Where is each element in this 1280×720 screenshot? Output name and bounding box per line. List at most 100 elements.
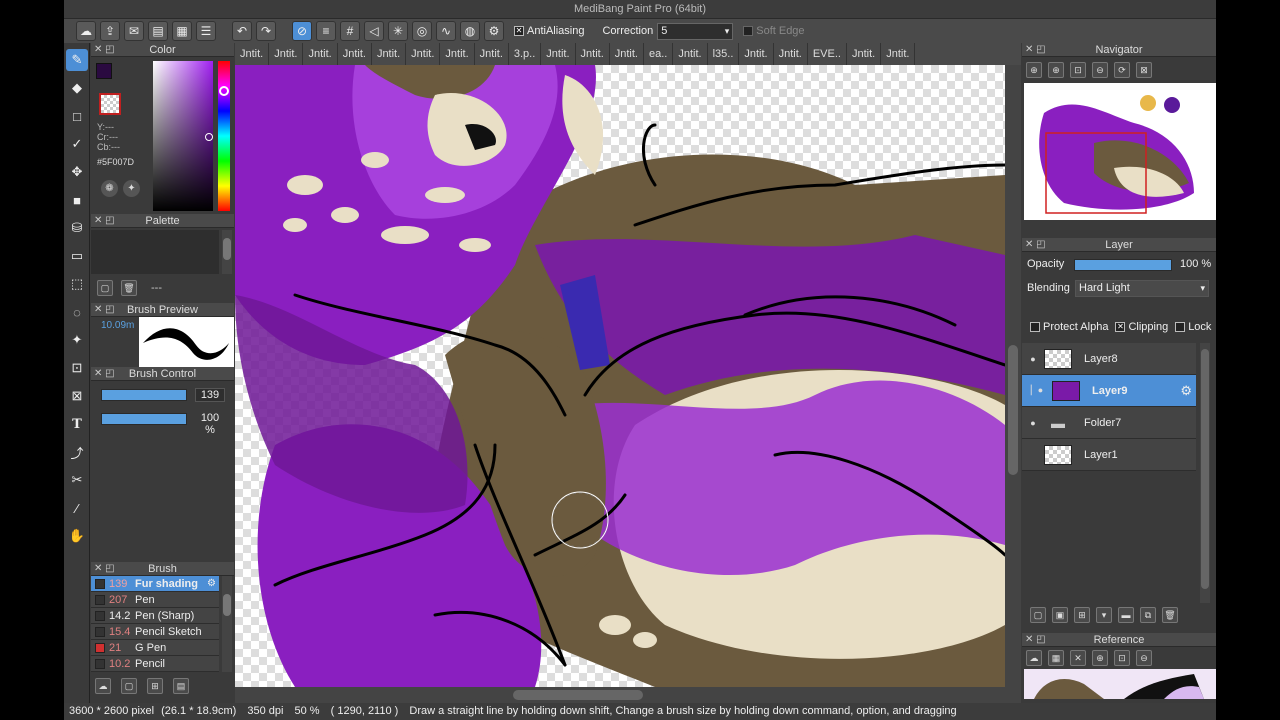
close-icon[interactable]: ✕ ◰	[94, 43, 115, 57]
close-icon[interactable]: ✕ ◰	[94, 214, 115, 228]
close-icon[interactable]: ✕ ◰	[1025, 43, 1046, 57]
new-brush-icon[interactable]: ▢	[121, 678, 137, 694]
zoom-in-icon[interactable]: ⊕	[1092, 650, 1108, 666]
document-tab[interactable]: Jntit.	[475, 43, 509, 65]
reference-preview[interactable]	[1024, 669, 1216, 699]
add-brush-icon[interactable]: ⊞	[147, 678, 163, 694]
close-icon[interactable]: ✕ ◰	[94, 367, 115, 381]
antialiasing-toggle[interactable]: ✕ AntiAliasing	[514, 25, 584, 37]
layer-opacity-slider[interactable]	[1074, 259, 1172, 271]
bucket-tool-icon[interactable]: ⛁	[66, 217, 88, 239]
cloud-brush-icon[interactable]: ☁	[95, 678, 111, 694]
document-tab[interactable]: Jntit.	[673, 43, 708, 65]
fill-shape-icon[interactable]: ■	[66, 189, 88, 211]
operation-tool-icon[interactable]: ⤴	[66, 441, 88, 463]
curve-snap-icon[interactable]: ∿	[436, 21, 456, 41]
layer-row-layer1[interactable]: Layer1	[1022, 439, 1196, 471]
close-icon[interactable]: ✕ ◰	[1025, 238, 1046, 252]
correction-select[interactable]: 5	[657, 22, 734, 40]
fit-icon[interactable]: ⊡	[1070, 62, 1086, 78]
pen-tool-icon[interactable]: ✓	[66, 133, 88, 155]
circle-snap-icon[interactable]: ◎	[412, 21, 432, 41]
document-tab[interactable]: Jntit.	[406, 43, 441, 65]
document-icon[interactable]: ▦	[172, 21, 192, 41]
divide-tool-icon[interactable]: ✂	[66, 469, 88, 491]
new-folder-icon[interactable]: ▬	[1118, 607, 1134, 623]
brush-opacity-value[interactable]: 100 %	[195, 412, 225, 436]
parallel-snap-icon[interactable]: ≡	[316, 21, 336, 41]
color-picker-icon[interactable]: ✦	[123, 180, 140, 197]
soft-edge-toggle[interactable]: Soft Edge	[743, 25, 805, 37]
document-tab[interactable]: Jntit.	[774, 43, 808, 65]
saturation-value-picker[interactable]	[153, 61, 213, 211]
duplicate-layer-icon[interactable]: ⧉	[1140, 607, 1156, 623]
visibility-icon[interactable]: ▏●	[1022, 385, 1052, 396]
navigator-preview[interactable]	[1024, 83, 1216, 220]
document-tab[interactable]: Jntit.	[847, 43, 882, 65]
canvas-vertical-scrollbar[interactable]	[1005, 65, 1021, 687]
layer-row-folder7[interactable]: ● ▬ Folder7	[1022, 407, 1196, 439]
brush-opacity-slider[interactable]	[101, 413, 187, 425]
new-palette-icon[interactable]: ▢	[97, 280, 113, 296]
foreground-swatch[interactable]	[96, 63, 112, 79]
eyedropper-icon[interactable]: ⁄	[66, 497, 88, 519]
lasso-tool-icon[interactable]: ◌	[66, 301, 88, 323]
add-layer-icon[interactable]: ⊞	[1074, 607, 1090, 623]
select-tool-icon[interactable]: ⬚	[66, 273, 88, 295]
radial-snap-icon[interactable]: ✳	[388, 21, 408, 41]
close-icon[interactable]: ✕ ◰	[94, 303, 115, 317]
zoom-in-alt-icon[interactable]: ⊕	[1048, 62, 1064, 78]
zoom-in-icon[interactable]: ⊕	[1026, 62, 1042, 78]
brush-item-pencil[interactable]: 10.2 Pencil	[91, 656, 219, 672]
layer-list-scrollbar[interactable]	[1200, 343, 1210, 603]
brush-size-value[interactable]: 139	[195, 388, 225, 402]
blending-select[interactable]: Hard Light	[1075, 280, 1209, 297]
zoom-out-icon[interactable]: ⊖	[1136, 650, 1152, 666]
close-icon[interactable]: ✕ ◰	[94, 562, 115, 576]
soft-edge-checkbox[interactable]	[743, 26, 754, 36]
layer-opacity-value[interactable]: 100 %	[1180, 258, 1211, 270]
palette-list[interactable]	[91, 230, 219, 274]
document-tab[interactable]: l35..	[708, 43, 740, 65]
select-pen-icon[interactable]: ⊡	[66, 357, 88, 379]
hue-slider[interactable]	[218, 61, 230, 211]
grid-snap-icon[interactable]: #	[340, 21, 360, 41]
close-reference-icon[interactable]: ✕	[1070, 650, 1086, 666]
dot-tool-icon[interactable]: □	[66, 105, 88, 127]
hand-tool-icon[interactable]: ✋	[66, 525, 88, 547]
layer-row-layer8[interactable]: ● Layer8	[1022, 343, 1196, 375]
ellipse-snap-icon[interactable]: ◍	[460, 21, 480, 41]
magic-wand-icon[interactable]: ✦	[66, 329, 88, 351]
protect-alpha-checkbox[interactable]	[1030, 322, 1040, 332]
brush-item-pen[interactable]: 207 Pen	[91, 592, 219, 608]
visibility-icon[interactable]: ●	[1022, 354, 1044, 364]
perspective-snap-icon[interactable]: ◁	[364, 21, 384, 41]
document-tab[interactable]: Jntit.	[576, 43, 610, 65]
drawing-canvas[interactable]	[235, 65, 1005, 687]
palette-scrollbar[interactable]	[222, 230, 232, 274]
visibility-icon[interactable]: ●	[1022, 418, 1044, 428]
page-icon[interactable]: ▤	[148, 21, 168, 41]
layer-row-layer9[interactable]: ▏● Layer9 ⚙	[1022, 375, 1196, 407]
brush-item-pencil-sketch[interactable]: 15.4 Pencil Sketch	[91, 624, 219, 640]
undo-icon[interactable]: ↶	[232, 21, 252, 41]
document-tab[interactable]: Jntit.	[541, 43, 576, 65]
cloud-icon[interactable]: ☁	[1026, 650, 1042, 666]
canvas-horizontal-scrollbar[interactable]	[235, 687, 1021, 703]
clipping-checkbox[interactable]: ✕	[1115, 322, 1126, 332]
chat-icon[interactable]: ✉	[124, 21, 144, 41]
document-tab[interactable]: Jntit.	[235, 43, 270, 65]
antialiasing-checkbox[interactable]: ✕	[514, 26, 524, 36]
gear-icon[interactable]: ⚙	[207, 578, 216, 589]
brush-menu-icon[interactable]: ▤	[173, 678, 189, 694]
background-swatch[interactable]	[99, 93, 121, 115]
rotate-icon[interactable]: ⟳	[1114, 62, 1130, 78]
document-tab[interactable]: Jntit.	[269, 43, 304, 65]
brush-tool-icon[interactable]: ✎	[66, 49, 88, 71]
settings-icon[interactable]: ⚙	[484, 21, 504, 41]
flip-icon[interactable]: ⊠	[1136, 62, 1152, 78]
gear-icon[interactable]: ⚙	[1180, 383, 1192, 399]
list-icon[interactable]: ☰	[196, 21, 216, 41]
gradient-tool-icon[interactable]: ▭	[66, 245, 88, 267]
document-tab[interactable]: 3.p..	[509, 43, 542, 65]
